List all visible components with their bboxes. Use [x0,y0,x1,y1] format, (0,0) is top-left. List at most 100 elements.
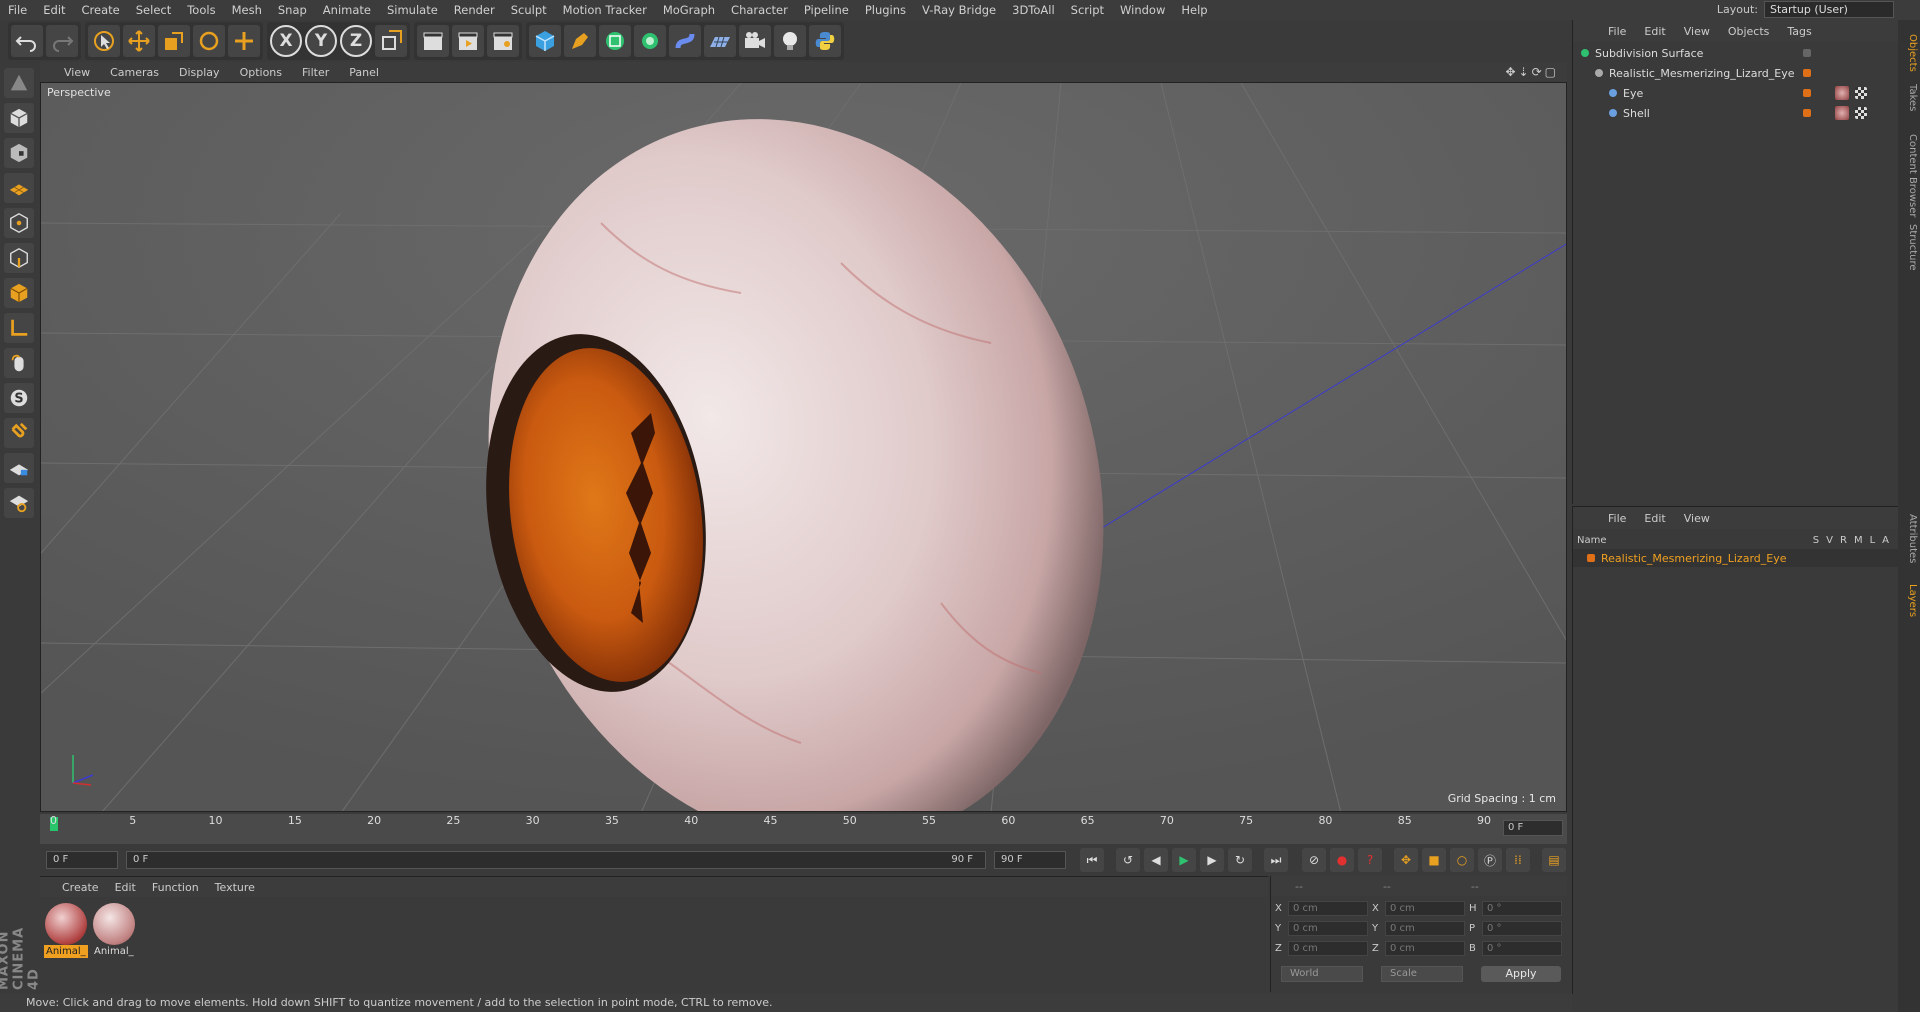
tweak-mode-button[interactable] [4,348,34,378]
deformer-button[interactable] [669,25,701,57]
object-menu-file[interactable]: File [1599,25,1635,38]
points-mode-button[interactable] [4,208,34,238]
key-rotation-button[interactable]: ○ [1450,848,1474,872]
cloner-button[interactable] [634,25,666,57]
object-row[interactable]: Realistic_Mesmerizing_Lizard_Eye [1573,64,1899,82]
python-button[interactable] [809,25,841,57]
previous-key-button[interactable]: ↺ [1116,848,1140,872]
render-view-button[interactable] [417,25,449,57]
render-picture-viewer-button[interactable] [452,25,484,57]
menu-item-simulate[interactable]: Simulate [379,0,446,20]
menu-item-mograph[interactable]: MoGraph [655,0,723,20]
undo-button[interactable] [11,25,43,57]
key-scale-button[interactable]: ■ [1422,848,1446,872]
size-mode-dropdown[interactable]: Scale [1381,966,1463,982]
material-menu-create[interactable]: Create [54,881,107,894]
side-tab-structure[interactable]: Structure [1900,220,1918,275]
menu-item-sculpt[interactable]: Sculpt [503,0,555,20]
end-frame-field[interactable]: 90 F [994,851,1066,869]
side-tab-objects[interactable]: Objects [1900,30,1918,76]
key-position-button[interactable]: ✥ [1394,848,1418,872]
coordinate-system-button[interactable] [375,25,407,57]
model-mode-button[interactable] [4,103,34,133]
rotate-button[interactable] [193,25,225,57]
make-editable-button[interactable] [4,68,34,98]
object-menu-view[interactable]: View [1675,25,1719,38]
go-to-end-button[interactable]: ⏭ [1264,848,1288,872]
viewport-menu-filter[interactable]: Filter [292,66,339,79]
workplane-button[interactable] [4,173,34,203]
frame-range-slider[interactable]: 0 F 90 F [126,851,986,869]
coord-a-field[interactable]: 0 cm [1288,940,1368,956]
menu-item-select[interactable]: Select [128,0,179,20]
menu-item-v-ray-bridge[interactable]: V-Ray Bridge [914,0,1004,20]
coord-b-field[interactable]: 0 cm [1385,900,1465,916]
z-axis-button[interactable]: Z [340,25,372,57]
axis-mode-button[interactable] [4,313,34,343]
coord-b-field[interactable]: 0 cm [1385,920,1465,936]
side-tab-content-browser[interactable]: Content Browser [1900,130,1918,221]
move-button[interactable] [123,25,155,57]
enable-snap-button[interactable] [4,418,34,448]
play-button[interactable]: ▶ [1172,848,1196,872]
go-to-start-button[interactable]: ⏮ [1080,848,1104,872]
next-key-button[interactable]: ↻ [1228,848,1252,872]
apply-button[interactable]: Apply [1481,966,1561,982]
y-axis-button[interactable]: Y [305,25,337,57]
menu-item-edit[interactable]: Edit [35,0,73,20]
layout-select[interactable]: Startup (User) [1764,1,1894,18]
material-menu-texture[interactable]: Texture [207,881,263,894]
texture-mode-button[interactable] [4,138,34,168]
render-settings-button[interactable] [487,25,519,57]
material-menu-function[interactable]: Function [144,881,207,894]
x-axis-button[interactable]: X [270,25,302,57]
layer-menu-file[interactable]: File [1599,512,1635,525]
object-row[interactable]: Eye [1573,84,1899,102]
viewport-menu-display[interactable]: Display [169,66,230,79]
coord-c-field[interactable]: 0 ° [1482,920,1562,936]
cube-button[interactable] [529,25,561,57]
coord-a-field[interactable]: 0 cm [1288,920,1368,936]
autokey-button[interactable]: ? [1358,848,1382,872]
polygons-mode-button[interactable] [4,278,34,308]
menu-item-snap[interactable]: Snap [270,0,315,20]
coord-b-field[interactable]: 0 cm [1385,940,1465,956]
viewport-menu-cameras[interactable]: Cameras [100,66,169,79]
menu-item-render[interactable]: Render [446,0,503,20]
coordinate-mode-dropdown[interactable]: World [1281,966,1363,982]
floor-button[interactable] [704,25,736,57]
side-tab-takes[interactable]: Takes [1900,80,1918,115]
material-menu-edit[interactable]: Edit [107,881,144,894]
menu-item-mesh[interactable]: Mesh [224,0,270,20]
viewport-menu-view[interactable]: View [54,66,100,79]
menu-item-plugins[interactable]: Plugins [857,0,914,20]
object-menu-edit[interactable]: Edit [1635,25,1674,38]
menu-item-3dtoall[interactable]: 3DToAll [1004,0,1063,20]
menu-item-window[interactable]: Window [1112,0,1173,20]
edges-mode-button[interactable] [4,243,34,273]
redo-button[interactable] [46,25,78,57]
viewport-menu-panel[interactable]: Panel [339,66,389,79]
menu-item-character[interactable]: Character [723,0,796,20]
menu-item-create[interactable]: Create [74,0,128,20]
side-tab-layers[interactable]: Layers [1900,580,1918,621]
menu-item-motion-tracker[interactable]: Motion Tracker [555,0,655,20]
viewport-menu-options[interactable]: Options [230,66,292,79]
menu-item-tools[interactable]: Tools [179,0,223,20]
timeline[interactable]: 0 5 10 15 20 25 30 35 40 45 50 55 60 65 70 75 80 85 90 0 F [40,814,1567,844]
menu-item-pipeline[interactable]: Pipeline [796,0,857,20]
3d-viewport[interactable]: Perspective Grid Spacing : 1 cm [40,82,1567,812]
menu-item-script[interactable]: Script [1063,0,1112,20]
layer-row[interactable]: Realistic_Mesmerizing_Lizard_Eye [1573,549,1899,567]
coord-c-field[interactable]: 0 ° [1482,940,1562,956]
planar-workplane-button[interactable] [4,488,34,518]
viewport-nav-icons[interactable]: ✥⇣⟳▢ [1505,65,1559,79]
object-menu-objects[interactable]: Objects [1719,25,1779,38]
timeline-button[interactable]: ▤ [1542,848,1566,872]
menu-item-help[interactable]: Help [1173,0,1215,20]
record-button[interactable]: ● [1330,848,1354,872]
layer-menu-view[interactable]: View [1675,512,1719,525]
start-frame-field[interactable]: 0 F [46,851,118,869]
material-item[interactable]: Animal_ [92,903,136,959]
transform-button[interactable] [228,25,260,57]
